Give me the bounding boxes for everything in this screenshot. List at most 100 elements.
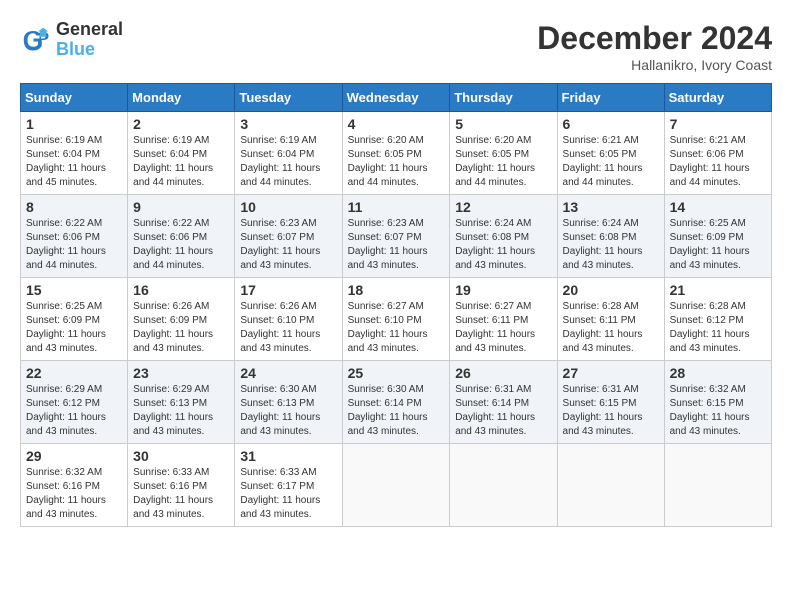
calendar-cell: 2 Sunrise: 6:19 AM Sunset: 6:04 PM Daylig… xyxy=(128,112,235,195)
day-number: 10 xyxy=(240,199,336,215)
day-number: 2 xyxy=(133,116,229,132)
day-info: Sunrise: 6:30 AM Sunset: 6:13 PM Dayligh… xyxy=(240,383,336,439)
calendar-cell: 18Sunrise: 6:27 AM Sunset: 6:10 PM Dayli… xyxy=(342,278,450,361)
title-block: December 2024 Hallanikro, Ivory Coast xyxy=(537,20,772,73)
calendar-cell: 10 Sunrise: 6:23 AM Sunset: 6:07 PM Dayli… xyxy=(235,195,342,278)
day-number: 9 xyxy=(133,199,229,215)
header-tuesday: Tuesday xyxy=(235,84,342,112)
day-number: 15 xyxy=(26,282,122,298)
day-info: Sunrise: 6:24 AM Sunset: 6:08 PM Dayligh… xyxy=(563,217,659,273)
day-info: Sunrise: 6:21 AM Sunset: 6:06 PM Dayligh… xyxy=(670,134,766,190)
calendar-cell: 22 Sunrise: 6:29 AM Sunset: 6:12 PM Dayli… xyxy=(21,361,128,444)
calendar-cell: 16 Sunrise: 6:26 AM Sunset: 6:09 PM Dayli… xyxy=(128,278,235,361)
day-number: 28 xyxy=(670,365,766,381)
calendar-cell: 27 Sunrise: 6:31 AM Sunset: 6:15 PM Dayli… xyxy=(557,361,664,444)
calendar-cell: 21Sunrise: 6:28 AM Sunset: 6:12 PM Dayli… xyxy=(664,278,771,361)
day-info: Sunrise: 6:27 AM Sunset: 6:11 PM Dayligh… xyxy=(455,300,551,356)
day-number: 6 xyxy=(563,116,659,132)
day-number: 7 xyxy=(670,116,766,132)
calendar-cell: 11 Sunrise: 6:23 AM Sunset: 6:07 PM Dayli… xyxy=(342,195,450,278)
day-info: Sunrise: 6:28 AM Sunset: 6:11 PM Dayligh… xyxy=(563,300,659,356)
calendar-cell: 29Sunrise: 6:32 AM Sunset: 6:16 PM Dayli… xyxy=(21,444,128,527)
calendar-cell: 6 Sunrise: 6:21 AM Sunset: 6:05 PM Daylig… xyxy=(557,112,664,195)
day-number: 24 xyxy=(240,365,336,381)
calendar-cell: 7 Sunrise: 6:21 AM Sunset: 6:06 PM Daylig… xyxy=(664,112,771,195)
day-info: Sunrise: 6:31 AM Sunset: 6:15 PM Dayligh… xyxy=(563,383,659,439)
header-friday: Friday xyxy=(557,84,664,112)
calendar-cell: 20 Sunrise: 6:28 AM Sunset: 6:11 PM Dayli… xyxy=(557,278,664,361)
calendar-cell xyxy=(664,444,771,527)
header-monday: Monday xyxy=(128,84,235,112)
day-info: Sunrise: 6:25 AM Sunset: 6:09 PM Dayligh… xyxy=(670,217,766,273)
day-info: Sunrise: 6:25 AM Sunset: 6:09 PM Dayligh… xyxy=(26,300,122,356)
day-info: Sunrise: 6:33 AM Sunset: 6:17 PM Dayligh… xyxy=(240,466,336,522)
day-number: 27 xyxy=(563,365,659,381)
day-number: 13 xyxy=(563,199,659,215)
day-info: Sunrise: 6:29 AM Sunset: 6:13 PM Dayligh… xyxy=(133,383,229,439)
calendar-cell: 15 Sunrise: 6:25 AM Sunset: 6:09 PM Dayli… xyxy=(21,278,128,361)
calendar-week-row: 1 Sunrise: 6:19 AM Sunset: 6:04 PM Daylig… xyxy=(21,112,772,195)
calendar-cell: 13 Sunrise: 6:24 AM Sunset: 6:08 PM Dayli… xyxy=(557,195,664,278)
day-number: 11 xyxy=(348,199,445,215)
day-info: Sunrise: 6:31 AM Sunset: 6:14 PM Dayligh… xyxy=(455,383,551,439)
day-number: 12 xyxy=(455,199,551,215)
calendar-cell xyxy=(450,444,557,527)
day-number: 25 xyxy=(348,365,445,381)
day-info: Sunrise: 6:19 AM Sunset: 6:04 PM Dayligh… xyxy=(240,134,336,190)
calendar-cell xyxy=(342,444,450,527)
day-number: 16 xyxy=(133,282,229,298)
calendar-cell: 19Sunrise: 6:27 AM Sunset: 6:11 PM Dayli… xyxy=(450,278,557,361)
logo-line2: Blue xyxy=(56,40,123,60)
day-number: 17 xyxy=(240,282,336,298)
day-number: 22 xyxy=(26,365,122,381)
logo: General Blue xyxy=(20,20,123,60)
day-number: 30 xyxy=(133,448,229,464)
calendar-cell xyxy=(557,444,664,527)
day-info: Sunrise: 6:26 AM Sunset: 6:10 PM Dayligh… xyxy=(240,300,336,356)
day-info: Sunrise: 6:23 AM Sunset: 6:07 PM Dayligh… xyxy=(240,217,336,273)
day-number: 29 xyxy=(26,448,122,464)
day-number: 21 xyxy=(670,282,766,298)
day-number: 3 xyxy=(240,116,336,132)
day-number: 20 xyxy=(563,282,659,298)
calendar-cell: 26 Sunrise: 6:31 AM Sunset: 6:14 PM Dayli… xyxy=(450,361,557,444)
calendar-cell: 9 Sunrise: 6:22 AM Sunset: 6:06 PM Daylig… xyxy=(128,195,235,278)
header-sunday: Sunday xyxy=(21,84,128,112)
calendar-week-row: 22 Sunrise: 6:29 AM Sunset: 6:12 PM Dayli… xyxy=(21,361,772,444)
day-number: 8 xyxy=(26,199,122,215)
day-info: Sunrise: 6:20 AM Sunset: 6:05 PM Dayligh… xyxy=(348,134,445,190)
day-info: Sunrise: 6:21 AM Sunset: 6:05 PM Dayligh… xyxy=(563,134,659,190)
calendar-table: SundayMondayTuesdayWednesdayThursdayFrid… xyxy=(20,83,772,527)
day-info: Sunrise: 6:29 AM Sunset: 6:12 PM Dayligh… xyxy=(26,383,122,439)
day-number: 14 xyxy=(670,199,766,215)
day-number: 1 xyxy=(26,116,122,132)
day-number: 5 xyxy=(455,116,551,132)
calendar-week-row: 15 Sunrise: 6:25 AM Sunset: 6:09 PM Dayli… xyxy=(21,278,772,361)
day-info: Sunrise: 6:19 AM Sunset: 6:04 PM Dayligh… xyxy=(133,134,229,190)
page-header: General Blue December 2024 Hallanikro, I… xyxy=(20,20,772,73)
day-number: 26 xyxy=(455,365,551,381)
calendar-cell: 3 Sunrise: 6:19 AM Sunset: 6:04 PM Daylig… xyxy=(235,112,342,195)
calendar-cell: 12Sunrise: 6:24 AM Sunset: 6:08 PM Dayli… xyxy=(450,195,557,278)
calendar-week-row: 29Sunrise: 6:32 AM Sunset: 6:16 PM Dayli… xyxy=(21,444,772,527)
day-info: Sunrise: 6:26 AM Sunset: 6:09 PM Dayligh… xyxy=(133,300,229,356)
month-year: December 2024 xyxy=(537,20,772,57)
calendar-cell: 17 Sunrise: 6:26 AM Sunset: 6:10 PM Dayli… xyxy=(235,278,342,361)
calendar-cell: 25Sunrise: 6:30 AM Sunset: 6:14 PM Dayli… xyxy=(342,361,450,444)
header-saturday: Saturday xyxy=(664,84,771,112)
calendar-cell: 28 Sunrise: 6:32 AM Sunset: 6:15 PM Dayli… xyxy=(664,361,771,444)
calendar-week-row: 8 Sunrise: 6:22 AM Sunset: 6:06 PM Daylig… xyxy=(21,195,772,278)
day-info: Sunrise: 6:32 AM Sunset: 6:15 PM Dayligh… xyxy=(670,383,766,439)
logo-line1: General xyxy=(56,20,123,40)
day-info: Sunrise: 6:22 AM Sunset: 6:06 PM Dayligh… xyxy=(133,217,229,273)
calendar-cell: 4Sunrise: 6:20 AM Sunset: 6:05 PM Daylig… xyxy=(342,112,450,195)
day-info: Sunrise: 6:23 AM Sunset: 6:07 PM Dayligh… xyxy=(348,217,445,273)
day-number: 31 xyxy=(240,448,336,464)
day-info: Sunrise: 6:33 AM Sunset: 6:16 PM Dayligh… xyxy=(133,466,229,522)
day-number: 23 xyxy=(133,365,229,381)
calendar-cell: 1Sunrise: 6:19 AM Sunset: 6:04 PM Daylig… xyxy=(21,112,128,195)
day-info: Sunrise: 6:27 AM Sunset: 6:10 PM Dayligh… xyxy=(348,300,445,356)
day-info: Sunrise: 6:20 AM Sunset: 6:05 PM Dayligh… xyxy=(455,134,551,190)
calendar-cell: 23 Sunrise: 6:29 AM Sunset: 6:13 PM Dayli… xyxy=(128,361,235,444)
calendar-cell: 5 Sunrise: 6:20 AM Sunset: 6:05 PM Daylig… xyxy=(450,112,557,195)
